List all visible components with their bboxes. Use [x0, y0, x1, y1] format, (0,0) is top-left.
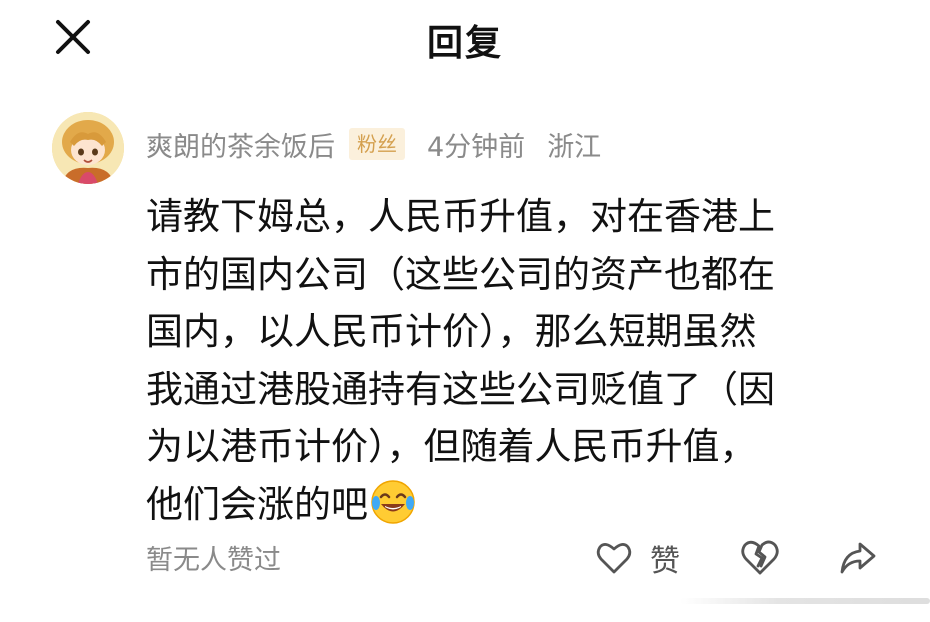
comment-line: 市的国内公司（这些公司的资产也都在	[146, 252, 775, 296]
share-icon	[840, 542, 876, 574]
like-button[interactable]: 赞	[594, 536, 680, 580]
comment-last-line: 他们会涨的吧	[146, 476, 856, 542]
avatar-image	[52, 112, 124, 184]
comment-line: 请教下姆总，人民币升值，对在香港上	[146, 195, 775, 238]
heart-icon	[596, 543, 632, 574]
bottom-divider	[680, 598, 930, 604]
page-title: 回复	[426, 23, 503, 64]
top-bar: 回复	[0, 0, 930, 80]
comment-line: 为以港币计价），但随着人民币升值，	[146, 425, 757, 468]
timestamp: 4分钟前	[427, 131, 526, 163]
broken-heart-icon	[741, 540, 779, 575]
username[interactable]: 爽朗的茶余饭后	[146, 125, 335, 164]
comment-line: 他们会涨的吧	[146, 482, 368, 526]
dislike-button[interactable]	[738, 536, 782, 584]
comment-body: 请教下姆总，人民币升值，对在香港上 市的国内公司（这些公司的资产也都在 国内，以…	[146, 188, 856, 541]
avatar[interactable]	[52, 112, 124, 184]
share-button[interactable]	[836, 536, 880, 584]
comment-meta: 爽朗的茶余饭后 粉丝 4分钟前 浙江	[146, 124, 601, 164]
comment-line: 国内，以人民币计价），那么短期虽然	[146, 310, 757, 353]
comment-line: 我通过港股通持有这些公司贬值了（因	[146, 367, 775, 411]
location: 浙江	[547, 131, 602, 163]
like-label: 赞	[650, 544, 680, 579]
fan-badge: 粉丝	[349, 128, 405, 160]
no-likes-text: 暂无人赞过	[146, 545, 281, 576]
laughing-tears-emoji-icon	[370, 479, 416, 542]
